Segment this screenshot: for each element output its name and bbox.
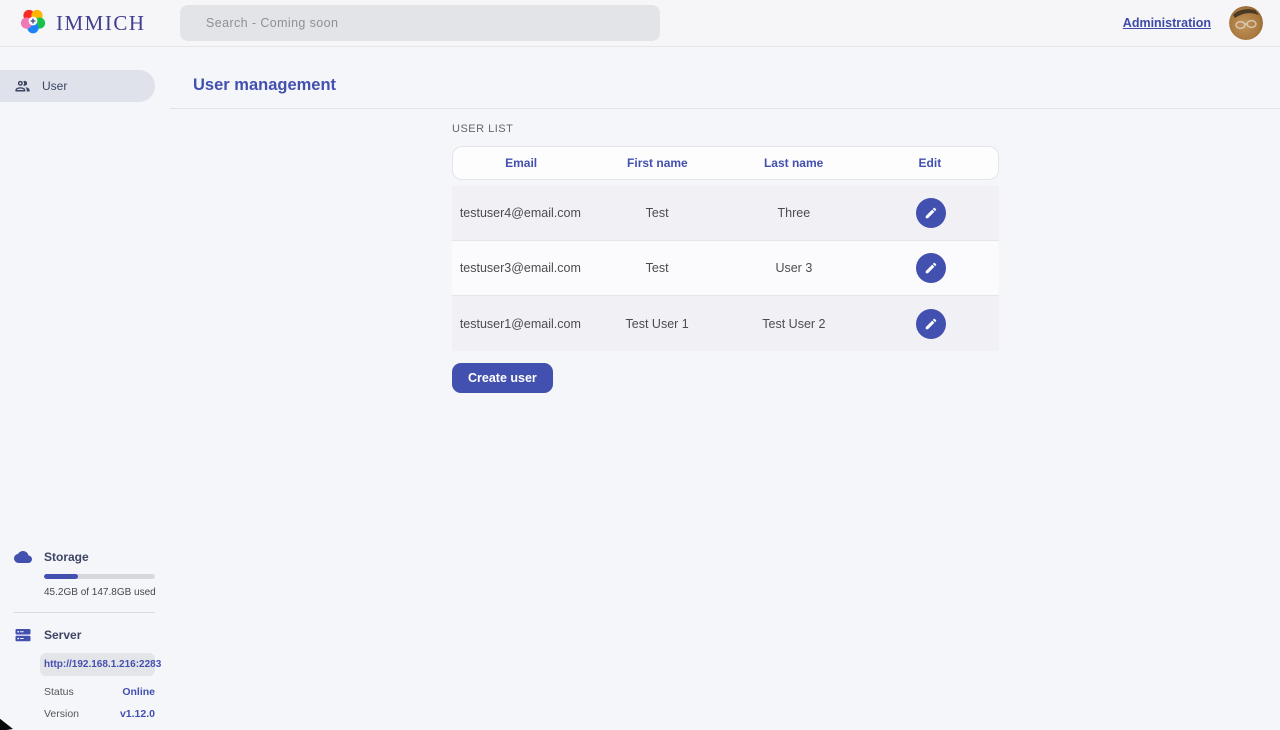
administration-link[interactable]: Administration — [1123, 16, 1211, 30]
sidebar-footer: Storage 45.2GB of 147.8GB used — [0, 548, 170, 720]
main-content: User management USER LIST Email First na… — [170, 47, 1280, 730]
cell-first-name: Test — [589, 206, 726, 220]
edit-user-button[interactable] — [916, 198, 946, 228]
pencil-icon — [924, 317, 938, 331]
search-input[interactable] — [180, 5, 660, 41]
storage-title: Storage — [44, 550, 89, 564]
storage-usage-text: 45.2GB of 147.8GB used — [44, 587, 170, 598]
server-icon — [14, 626, 32, 644]
table-row: testuser1@email.com Test User 1 Test Use… — [452, 296, 999, 351]
cell-last-name: Test User 2 — [726, 317, 863, 331]
version-value: v1.12.0 — [120, 708, 155, 720]
server-status-row: Status Online — [44, 686, 155, 698]
brand-name: IMMICH — [56, 11, 146, 36]
cell-email: testuser4@email.com — [452, 206, 589, 220]
storage-progress-bar — [44, 574, 155, 579]
create-user-button[interactable]: Create user — [452, 363, 553, 393]
edit-user-button[interactable] — [916, 253, 946, 283]
sidebar: User Storage 45.2GB of 147.8GB used — [0, 47, 170, 730]
column-header-email: Email — [453, 156, 589, 170]
cell-last-name: User 3 — [726, 261, 863, 275]
table-header: Email First name Last name Edit — [452, 146, 999, 180]
users-icon — [14, 78, 31, 95]
cell-email: testuser3@email.com — [452, 261, 589, 275]
sidebar-item-label: User — [42, 79, 67, 93]
cell-first-name: Test — [589, 261, 726, 275]
cell-first-name: Test User 1 — [589, 317, 726, 331]
server-url: http://192.168.1.216:2283 — [40, 653, 155, 676]
page-title: User management — [170, 47, 1280, 95]
cell-email: testuser1@email.com — [452, 317, 589, 331]
sidebar-divider — [14, 612, 155, 613]
brand[interactable]: IMMICH — [18, 6, 180, 41]
edit-user-button[interactable] — [916, 309, 946, 339]
storage-progress-fill — [44, 574, 78, 579]
user-table: testuser4@email.com Test Three testuser3… — [452, 186, 999, 351]
pencil-icon — [924, 261, 938, 275]
server-version-row: Version v1.12.0 — [44, 708, 155, 720]
immich-logo-icon — [18, 6, 48, 41]
avatar[interactable] — [1229, 6, 1263, 40]
table-row: testuser4@email.com Test Three — [452, 186, 999, 241]
sidebar-item-user[interactable]: User — [0, 70, 155, 102]
status-label: Status — [44, 686, 74, 698]
status-value: Online — [122, 686, 155, 698]
top-navbar: IMMICH Administration — [0, 0, 1280, 47]
column-header-first-name: First name — [589, 156, 725, 170]
column-header-last-name: Last name — [726, 156, 862, 170]
server-title: Server — [44, 628, 81, 642]
pencil-icon — [924, 206, 938, 220]
cell-last-name: Three — [726, 206, 863, 220]
version-label: Version — [44, 708, 79, 720]
title-divider — [170, 108, 1280, 109]
user-list-heading: USER LIST — [452, 123, 999, 135]
table-row: testuser3@email.com Test User 3 — [452, 241, 999, 296]
column-header-edit: Edit — [862, 156, 998, 170]
cloud-icon — [14, 548, 32, 566]
